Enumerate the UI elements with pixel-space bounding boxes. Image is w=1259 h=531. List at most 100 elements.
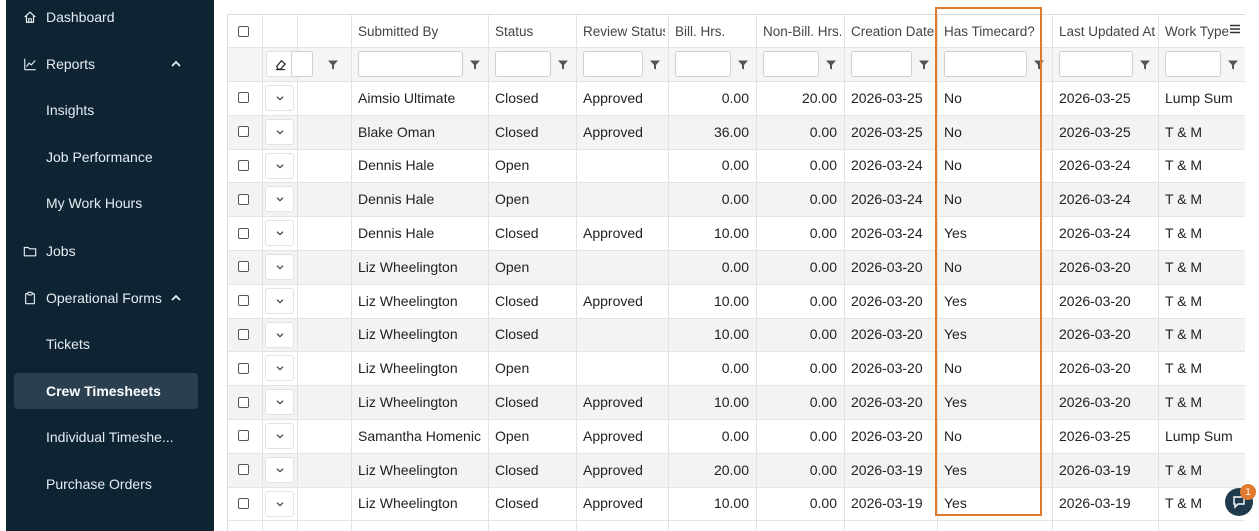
row-checkbox[interactable] bbox=[238, 216, 258, 250]
row-checkbox[interactable] bbox=[238, 419, 258, 453]
row-checkbox[interactable] bbox=[238, 182, 258, 216]
row-checkbox[interactable] bbox=[238, 385, 258, 419]
cell-last-updated-at: 2026-03-20 bbox=[1059, 292, 1131, 309]
row-expand-button[interactable] bbox=[265, 85, 294, 111]
sidebar-item-operational-forms[interactable]: Operational Forms bbox=[6, 279, 214, 317]
cell-submitted-by: Liz Wheelington bbox=[358, 292, 458, 309]
column-header-bill-hrs[interactable]: Bill. Hrs. bbox=[675, 15, 753, 47]
filter-icon[interactable] bbox=[1227, 58, 1239, 70]
select-all-checkbox[interactable] bbox=[238, 15, 258, 47]
row-checkbox[interactable] bbox=[238, 81, 258, 115]
cell-review-status bbox=[583, 149, 661, 183]
cell-non-bill-hrs: 20.00 bbox=[801, 89, 837, 106]
row-checkbox[interactable] bbox=[238, 318, 258, 352]
sidebar-item-tickets[interactable]: Tickets bbox=[6, 326, 214, 362]
row-checkbox[interactable] bbox=[238, 487, 258, 521]
filter-icon[interactable] bbox=[825, 58, 837, 70]
cell-creation-date: 2026-03-24 bbox=[851, 191, 923, 208]
row-expand-button[interactable] bbox=[265, 355, 294, 382]
cell-work-type: Lump Sum bbox=[1165, 427, 1233, 444]
row-expand-button[interactable] bbox=[265, 456, 294, 483]
row-checkbox[interactable] bbox=[238, 115, 258, 149]
chevron-down-icon bbox=[276, 265, 283, 270]
filter-input-submitted-by[interactable] bbox=[358, 51, 463, 77]
sidebar-item-purchase-orders[interactable]: Purchase Orders bbox=[6, 466, 214, 502]
cell-bill-hrs: 0.00 bbox=[721, 191, 749, 208]
row-expand-button[interactable] bbox=[265, 490, 294, 517]
sidebar-item-reports[interactable]: Reports bbox=[6, 45, 214, 83]
cell-bill-hrs: 0.00 bbox=[721, 89, 749, 106]
sidebar-item-crew-timesheets[interactable]: Crew Timesheets bbox=[14, 373, 198, 409]
cell-creation-date: 2026-03-20 bbox=[851, 292, 923, 309]
filter-input-hidden-column[interactable] bbox=[291, 51, 313, 77]
cell-creation-date: 2026-03-25 bbox=[851, 89, 923, 106]
filter-icon[interactable] bbox=[469, 58, 481, 70]
chevron-down-icon bbox=[276, 400, 283, 405]
filter-icon[interactable] bbox=[918, 58, 930, 70]
row-checkbox[interactable] bbox=[238, 453, 258, 487]
sidebar-item-label: Job Performance bbox=[46, 149, 153, 165]
filter-input-work-type[interactable] bbox=[1165, 51, 1221, 77]
column-header-last-updated-at[interactable]: Last Updated At bbox=[1059, 15, 1155, 47]
cell-creation-date: 2026-03-20 bbox=[851, 360, 923, 377]
column-header-has-timecard[interactable]: Has Timecard? bbox=[944, 15, 1049, 47]
row-expand-button[interactable] bbox=[265, 254, 294, 280]
filter-icon[interactable] bbox=[327, 58, 339, 70]
row-expand-button[interactable] bbox=[265, 287, 294, 314]
cell-review-status: Approved bbox=[583, 495, 643, 512]
row-checkbox[interactable] bbox=[238, 149, 258, 183]
filter-icon[interactable] bbox=[557, 58, 569, 70]
filter-icon[interactable] bbox=[649, 58, 661, 70]
filter-input-has-timecard[interactable] bbox=[944, 51, 1027, 77]
filter-icon[interactable] bbox=[737, 58, 749, 70]
filter-input-non-bill-hrs[interactable] bbox=[763, 51, 819, 77]
filter-input-creation-date[interactable] bbox=[851, 51, 912, 77]
filter-input-bill-hrs[interactable] bbox=[675, 51, 731, 77]
chevron-up-icon[interactable] bbox=[170, 58, 182, 70]
filter-input-status[interactable] bbox=[495, 51, 551, 77]
cell-status: Closed bbox=[495, 123, 539, 140]
row-expand-button[interactable] bbox=[265, 220, 294, 247]
row-expand-button[interactable] bbox=[265, 321, 294, 348]
sidebar-item-job-performance[interactable]: Job Performance bbox=[6, 139, 214, 175]
column-header-creation-date[interactable]: Creation Date bbox=[851, 15, 934, 47]
row-expand-button[interactable] bbox=[265, 389, 294, 416]
filter-icon[interactable] bbox=[1033, 58, 1045, 70]
row-expand-button[interactable] bbox=[265, 118, 294, 145]
sidebar-item-dashboard[interactable]: Dashboard bbox=[6, 0, 214, 36]
sidebar-item-insights[interactable]: Insights bbox=[6, 92, 214, 128]
column-header-submitted-by[interactable]: Submitted By bbox=[358, 15, 485, 47]
column-menu-icon[interactable] bbox=[1229, 23, 1241, 35]
row-expand-button[interactable] bbox=[265, 152, 294, 179]
checkbox-icon bbox=[238, 25, 249, 37]
row-checkbox[interactable] bbox=[238, 351, 258, 385]
sidebar-item-my-work-hours[interactable]: My Work Hours bbox=[6, 185, 214, 221]
filter-input-last-updated-at[interactable] bbox=[1059, 51, 1133, 77]
cell-bill-hrs: 0.00 bbox=[721, 258, 749, 275]
column-header-non-bill-hrs[interactable]: Non-Bill. Hrs. bbox=[763, 15, 841, 47]
chevron-down-icon bbox=[276, 332, 283, 338]
column-header-review-status[interactable]: Review Status bbox=[583, 15, 665, 47]
row-checkbox[interactable] bbox=[238, 284, 258, 318]
row-expand-button[interactable] bbox=[265, 186, 294, 213]
filter-icon[interactable] bbox=[1139, 58, 1151, 70]
cell-bill-hrs: 0.00 bbox=[721, 360, 749, 377]
cell-non-bill-hrs: 0.00 bbox=[809, 394, 837, 411]
checkbox-icon bbox=[238, 396, 249, 408]
filter-input-review-status[interactable] bbox=[583, 51, 643, 77]
sidebar-item-label: Purchase Orders bbox=[46, 476, 152, 492]
cell-has-timecard: Yes bbox=[944, 394, 967, 411]
column-header-status[interactable]: Status bbox=[495, 15, 573, 47]
chevron-up-icon[interactable] bbox=[170, 292, 182, 304]
cell-bill-hrs: 0.00 bbox=[721, 157, 749, 174]
cell-submitted-by: Dennis Hale bbox=[358, 191, 435, 208]
chevron-down-icon bbox=[276, 468, 283, 473]
cell-has-timecard: Yes bbox=[944, 326, 967, 343]
cell-non-bill-hrs: 0.00 bbox=[809, 360, 837, 377]
row-expand-button[interactable] bbox=[265, 423, 294, 449]
sidebar-item-jobs[interactable]: Jobs bbox=[6, 232, 214, 270]
cell-review-status: Approved bbox=[583, 427, 643, 444]
chevron-down-icon bbox=[276, 130, 283, 135]
row-checkbox[interactable] bbox=[238, 250, 258, 284]
sidebar-item-individual-timesheets[interactable]: Individual Timeshe... bbox=[6, 419, 214, 455]
